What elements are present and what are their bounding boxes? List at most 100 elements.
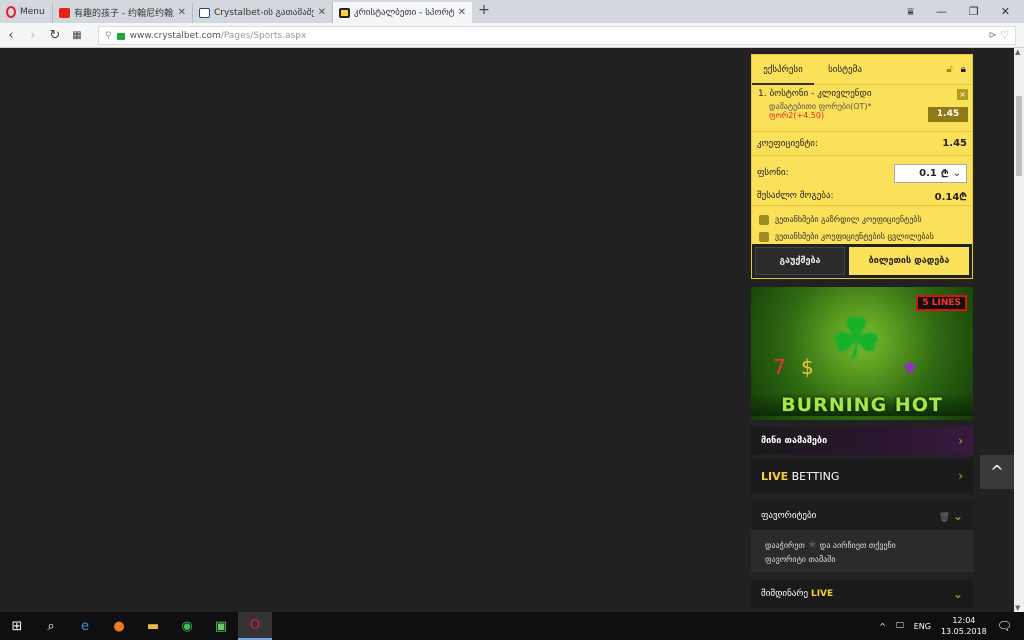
live-label: LIVE bbox=[810, 589, 834, 599]
checkbox-label: ვეთანხმები კოეფიციენტების ცვლილებას bbox=[775, 232, 934, 241]
speed-dial-icon[interactable]: ▦ bbox=[66, 30, 88, 41]
chevron-down-icon: ⌄ bbox=[952, 587, 963, 601]
unlock-icon[interactable]: 🔓︎ bbox=[946, 64, 952, 75]
possible-win-value: 0.14₾ bbox=[934, 191, 967, 203]
clock[interactable]: 12:04 13.05.2018 bbox=[941, 615, 987, 637]
minimize-button[interactable]: — bbox=[936, 5, 947, 18]
windows-taskbar: ⊞ ⌕ e ● ▬ ◉ ▣ O ^ 🖵︎ ENG 12:04 13.05.2018… bbox=[0, 612, 1024, 640]
bet-slip: ექსპრესი სისტემა 🔓︎ 🔒︎ 1. ბოსტონი - კლივლ… bbox=[751, 54, 973, 279]
chevron-down-icon[interactable]: ⌄ bbox=[953, 168, 961, 179]
favorites-header[interactable]: ფავორიტები 🗑︎ ⌄ bbox=[751, 501, 973, 530]
favorites-body: დააჭირეთ ★ და აირჩიეთ თქვენი ფავორიტი თამ… bbox=[751, 530, 973, 572]
tray-chevron-icon[interactable]: ^ bbox=[879, 622, 886, 631]
star-icon: ★ bbox=[807, 538, 818, 551]
trash-icon[interactable]: 🗑︎ bbox=[939, 513, 950, 523]
browser-tab[interactable]: Crystalbet-ის გათამაშებ ✕ bbox=[192, 2, 332, 23]
browser-tab-active[interactable]: კრისტალბეთი - სპორტ ✕ bbox=[332, 2, 472, 23]
close-tab-icon[interactable]: ✕ bbox=[178, 7, 186, 18]
place-bet-button[interactable]: ბილეთის დადება bbox=[849, 247, 969, 275]
clover-icon: ☘ bbox=[831, 307, 882, 372]
menu-label: Menu bbox=[20, 6, 45, 17]
address-bar-row: ‹ › ↻ ▦ ⚲ www.crystalbet.com/Pages/Sport… bbox=[0, 23, 1024, 48]
url-input[interactable]: ⚲ www.crystalbet.com/Pages/Sports.aspx ⊳… bbox=[98, 26, 1016, 45]
date: 13.05.2018 bbox=[940, 627, 987, 636]
page-scrollbar[interactable]: ▲ ▼ bbox=[1014, 48, 1024, 612]
star-icon: ★ bbox=[901, 355, 919, 379]
url-domain: www.crystalbet.com bbox=[129, 30, 221, 41]
lines-badge: 5 LINES bbox=[916, 295, 967, 311]
restore-button[interactable]: ❐ bbox=[969, 5, 979, 18]
chevron-right-icon: › bbox=[958, 434, 963, 448]
key-icon: ⚲ bbox=[105, 30, 112, 41]
time: 12:04 bbox=[952, 616, 976, 625]
live-betting-link[interactable]: LIVE BETTING › bbox=[751, 459, 973, 493]
possible-win-label: შესაძლო მოგება: bbox=[757, 190, 834, 201]
favorites-text: და აირჩიეთ თქვენი bbox=[819, 541, 896, 550]
tab-menu-icon[interactable]: ⩸ bbox=[907, 5, 914, 19]
stake-value: 0.1 bbox=[919, 167, 937, 179]
chevron-down-icon[interactable]: ⌄ bbox=[953, 509, 963, 523]
accept-increased-odds-checkbox[interactable]: ვეთანხმები გაზრდილ კოეფიციენტებს bbox=[752, 211, 972, 228]
new-tab-button[interactable]: + bbox=[472, 2, 496, 23]
edge-icon[interactable]: e bbox=[68, 612, 102, 640]
opera-logo-icon bbox=[6, 5, 16, 18]
selection-match: ბოსტონი - კლივლენდი bbox=[769, 89, 872, 99]
remove-selection-button[interactable]: × bbox=[957, 89, 968, 100]
lock-icon bbox=[116, 33, 125, 40]
chevron-right-icon: › bbox=[958, 469, 963, 483]
selection-odds: 1.45 bbox=[928, 107, 968, 122]
stake-input[interactable]: 0.1 ₾ ⌄ bbox=[894, 163, 967, 183]
selection-index: 1. bbox=[758, 89, 767, 99]
search-icon[interactable]: ⌕ bbox=[34, 612, 68, 640]
close-tab-icon[interactable]: ✕ bbox=[318, 7, 326, 18]
lock-icon[interactable]: 🔒︎ bbox=[961, 64, 966, 75]
file-explorer-icon[interactable]: ▬ bbox=[136, 612, 170, 640]
opera-taskbar-icon[interactable]: O bbox=[238, 612, 272, 640]
youtube-icon bbox=[59, 7, 70, 18]
windows-start-icon[interactable]: ⊞ bbox=[0, 612, 34, 640]
chrome-icon[interactable]: ◉ bbox=[170, 612, 204, 640]
current-live-label: მიმდინარე bbox=[761, 589, 809, 599]
banner-title: BURNING HOT bbox=[751, 394, 973, 416]
url-path: /Pages/Sports.aspx bbox=[220, 30, 307, 41]
browser-tab-bar: Menu 有趣的孩子 - 约翰尼约翰尼 ✕ Crystalbet-ის გათამ… bbox=[0, 0, 1024, 23]
bet-selection: 1. ბოსტონი - კლივლენდი დამატებითი ფორები… bbox=[752, 85, 972, 132]
browser-tab[interactable]: 有趣的孩子 - 约翰尼约翰尼 ✕ bbox=[52, 2, 192, 23]
live-label: LIVE bbox=[761, 469, 789, 483]
current-live-header[interactable]: მიმდინარე LIVE ⌄ bbox=[751, 580, 973, 608]
site-favicon-icon bbox=[199, 7, 210, 18]
scroll-to-top-button[interactable]: ^ bbox=[980, 455, 1014, 489]
back-button[interactable]: ‹ bbox=[0, 28, 22, 43]
checkbox-label: ვეთანხმები გაზრდილ კოეფიციენტებს bbox=[775, 215, 922, 224]
accept-odds-change-checkbox[interactable]: ვეთანხმები კოეფიციენტების ცვლილებას bbox=[752, 228, 972, 245]
dollar-icon: $ bbox=[801, 355, 814, 379]
firefox-icon[interactable]: ● bbox=[102, 612, 136, 640]
cancel-button[interactable]: გაუქმება bbox=[755, 247, 845, 275]
mini-games-link[interactable]: მინი თამაშები › bbox=[751, 427, 973, 455]
coefficient-label: კოეფიციენტი: bbox=[757, 138, 818, 149]
lari-icon: ₾ bbox=[940, 169, 949, 180]
send-icon[interactable]: ⊳ bbox=[988, 30, 996, 41]
network-icon[interactable]: 🖵︎ bbox=[896, 621, 904, 631]
language-indicator[interactable]: ENG bbox=[914, 622, 931, 631]
bookmark-heart-icon[interactable]: ♡ bbox=[1000, 30, 1009, 41]
tab-express[interactable]: ექსპრესი bbox=[752, 55, 814, 85]
opera-menu-button[interactable]: Menu bbox=[0, 0, 52, 23]
favorites-title: ფავორიტები bbox=[761, 510, 817, 521]
close-window-button[interactable]: ✕ bbox=[1001, 5, 1010, 18]
burning-hot-banner[interactable]: 5 LINES ☘ $ ★ 7 BURNING HOT bbox=[751, 287, 973, 420]
close-tab-icon[interactable]: ✕ bbox=[458, 7, 466, 18]
tab-title: Crystalbet-ის გათამაშებ bbox=[214, 7, 314, 18]
stake-label: ფსონი: bbox=[757, 168, 789, 178]
reload-button[interactable]: ↻ bbox=[44, 28, 66, 43]
tab-system[interactable]: სისტემა bbox=[814, 55, 876, 85]
mini-games-label: მინი თამაშები bbox=[761, 436, 828, 446]
tab-title: კრისტალბეთი - სპორტ bbox=[354, 7, 454, 18]
coefficient-value: 1.45 bbox=[942, 138, 967, 149]
notifications-icon[interactable]: 🗨︎ bbox=[997, 619, 1012, 633]
tab-title: 有趣的孩子 - 约翰尼约翰尼 bbox=[74, 9, 174, 19]
favorites-text: დააჭირეთ bbox=[765, 541, 805, 550]
app-icon[interactable]: ▣ bbox=[204, 612, 238, 640]
seven-icon: 7 bbox=[773, 355, 786, 379]
forward-button[interactable]: › bbox=[22, 28, 44, 43]
